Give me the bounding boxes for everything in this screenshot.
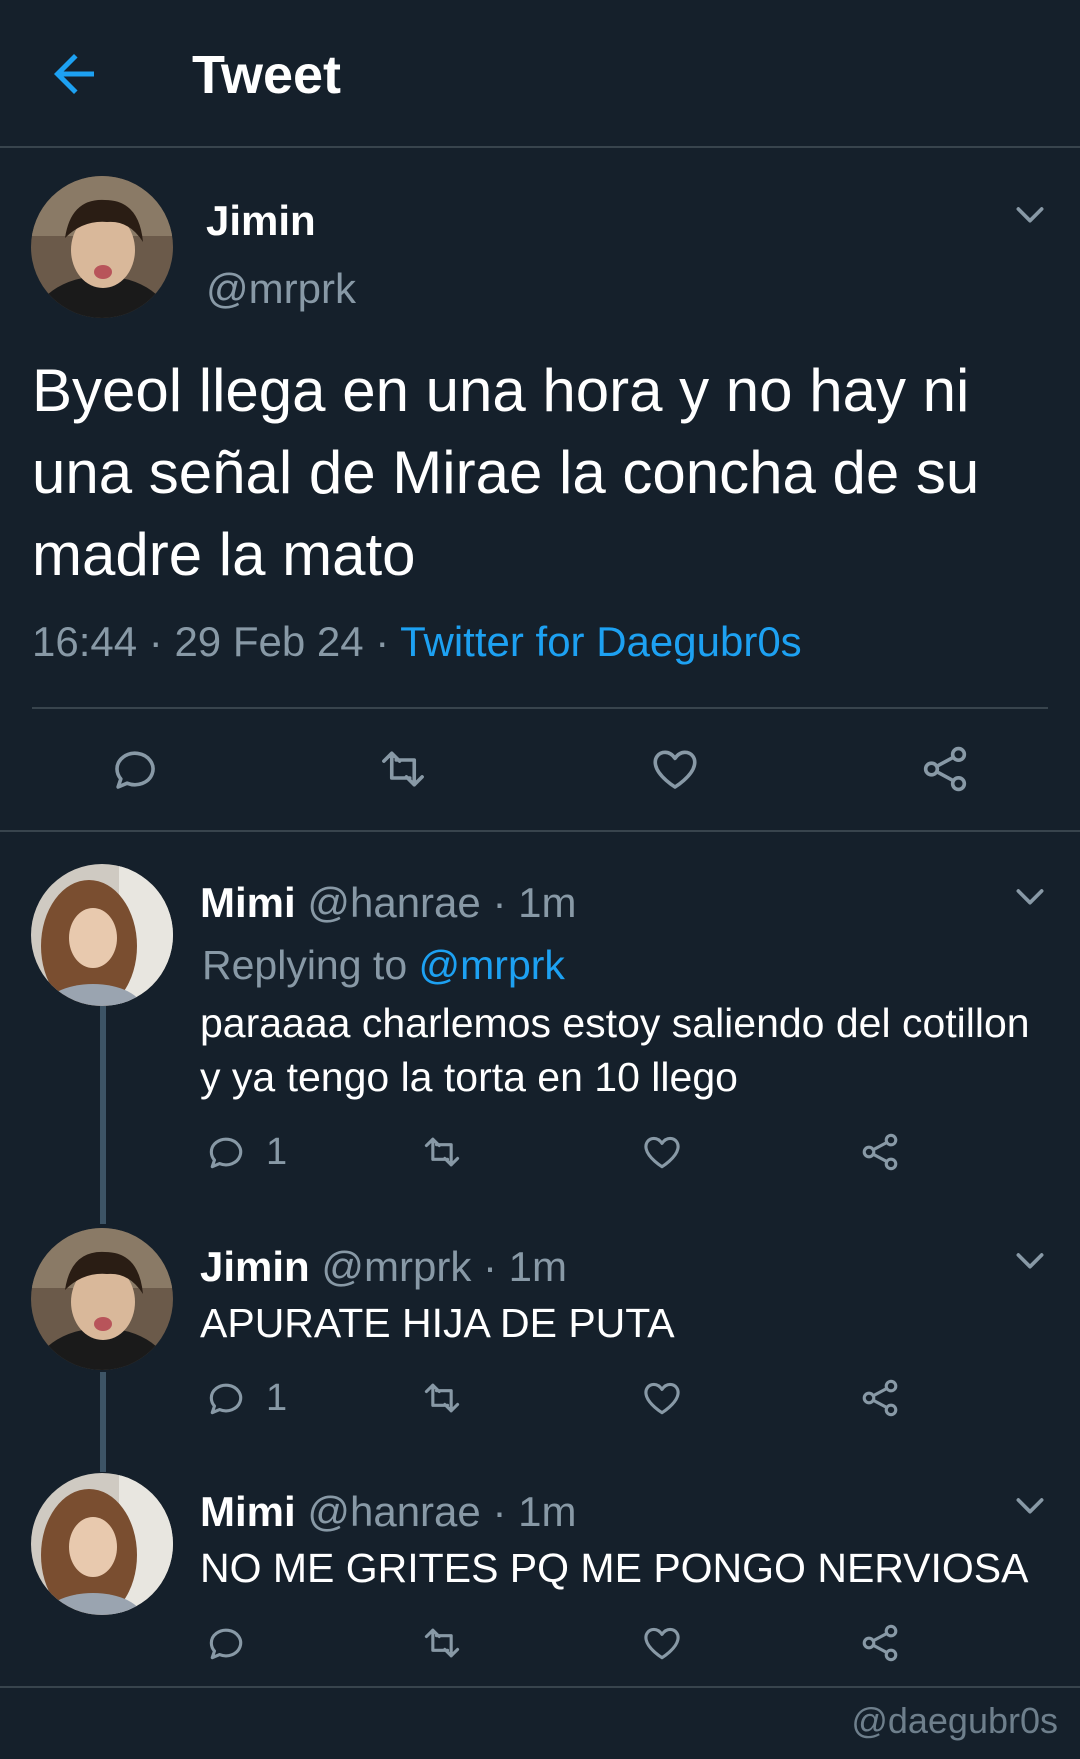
top-bar: Tweet — [0, 0, 1080, 148]
back-arrow-icon[interactable] — [44, 44, 104, 104]
like-button[interactable] — [648, 742, 702, 796]
share-icon — [862, 1624, 898, 1662]
reply-header: Mimi @hanrae · 1m — [200, 1487, 576, 1537]
tweet-detail-screen: Tweet Jimin @mrprk Byeol llega en una ho… — [0, 0, 1080, 1759]
share-button[interactable] — [858, 1130, 902, 1174]
avatar[interactable] — [31, 864, 173, 1006]
replying-to-handle[interactable]: @mrprk — [419, 942, 565, 988]
like-icon — [644, 1136, 680, 1169]
author-handle[interactable]: @hanrae — [307, 879, 480, 926]
main-tweet[interactable]: Jimin @mrprk Byeol llega en una hora y n… — [0, 150, 1080, 832]
reply-icon — [115, 751, 155, 789]
retweet-icon — [424, 1383, 460, 1413]
replying-to-label: Replying to — [202, 942, 408, 988]
tweet-text: Byeol llega en una hora y no hay ni una … — [32, 357, 980, 588]
reply-button[interactable]: 1 — [204, 1376, 287, 1420]
tweet-time: 16:44 — [32, 618, 138, 665]
author-name[interactable]: Jimin — [200, 1243, 310, 1290]
tweet-meta: 16:44 · 29 Feb 24 · Twitter for Daegubr0… — [32, 616, 802, 668]
divider — [0, 1686, 1080, 1688]
reply-header: Jimin @mrprk · 1m — [200, 1242, 567, 1292]
reply-header: Mimi @hanrae · 1m — [200, 878, 576, 928]
author-handle[interactable]: @hanrae — [307, 1488, 480, 1535]
retweet-button[interactable] — [420, 1621, 464, 1665]
tweet-source-link[interactable]: Twitter for Daegubr0s — [400, 618, 802, 665]
author-handle[interactable]: @mrprk — [321, 1243, 471, 1290]
reply-icon — [209, 1628, 243, 1660]
chevron-down-icon[interactable] — [1010, 1240, 1050, 1280]
reply-button[interactable] — [108, 742, 162, 796]
avatar[interactable] — [31, 1228, 173, 1370]
reply-icon — [209, 1383, 243, 1415]
meta-separator: · — [363, 618, 401, 665]
retweet-button[interactable] — [376, 742, 430, 796]
share-icon — [862, 1379, 898, 1417]
replying-to: Replying to @mrprk — [202, 940, 565, 990]
divider — [32, 707, 1048, 709]
author-handle[interactable]: @mrprk — [206, 264, 356, 314]
avatar[interactable] — [31, 176, 173, 318]
like-button[interactable] — [640, 1621, 684, 1665]
share-button[interactable] — [858, 1621, 902, 1665]
chevron-down-icon[interactable] — [1010, 876, 1050, 916]
reply-text: paraaaa charlemos estoy saliendo del cot… — [200, 1000, 1030, 1100]
retweet-icon — [424, 1137, 460, 1167]
share-button[interactable] — [858, 1376, 902, 1420]
like-icon — [644, 1382, 680, 1415]
chevron-down-icon[interactable] — [1010, 1485, 1050, 1525]
reply-tweet[interactable]: Mimi @hanrae · 1m Replying to @mrprk par… — [0, 864, 1080, 1190]
retweet-icon — [382, 751, 424, 787]
retweet-icon — [424, 1628, 460, 1658]
reply-actions — [0, 1613, 1080, 1673]
like-icon — [653, 750, 697, 789]
reply-actions: 1 — [0, 1368, 1080, 1428]
reply-time: · 1m — [492, 1488, 577, 1535]
like-button[interactable] — [640, 1130, 684, 1174]
reply-text: APURATE HIJA DE PUTA — [200, 1300, 675, 1346]
reply-count: 1 — [266, 1130, 288, 1173]
reply-time: · 1m — [483, 1243, 567, 1290]
reply-icon — [209, 1137, 243, 1169]
like-button[interactable] — [640, 1376, 684, 1420]
reply-button[interactable]: 1 — [204, 1130, 287, 1174]
reply-button[interactable] — [204, 1621, 266, 1665]
author-name[interactable]: Mimi — [200, 1488, 296, 1535]
tweet-date: 29 Feb 24 — [174, 618, 364, 665]
reply-tweet[interactable]: Jimin @mrprk · 1m APURATE HIJA DE PUTA 1 — [0, 1228, 1080, 1428]
tweet-actions — [0, 730, 1080, 810]
share-button[interactable] — [918, 742, 972, 796]
reply-count: 1 — [266, 1376, 288, 1419]
meta-separator: · — [137, 618, 175, 665]
retweet-button[interactable] — [420, 1130, 464, 1174]
avatar[interactable] — [31, 1473, 173, 1615]
page-title: Tweet — [192, 45, 342, 105]
like-icon — [644, 1627, 680, 1660]
chevron-down-icon[interactable] — [1010, 194, 1050, 234]
retweet-button[interactable] — [420, 1376, 464, 1420]
reply-actions: 1 — [0, 1122, 1080, 1182]
share-icon — [862, 1133, 898, 1171]
watermark: @daegubr0s — [851, 1700, 1058, 1741]
author-name[interactable]: Mimi — [200, 879, 296, 926]
reply-text: NO ME GRITES PQ ME PONGO NERVIOSA — [200, 1545, 1029, 1591]
share-icon — [923, 746, 967, 792]
author-name[interactable]: Jimin — [206, 196, 316, 246]
reply-tweet[interactable]: Mimi @hanrae · 1m NO ME GRITES PQ ME PON… — [0, 1473, 1080, 1673]
reply-time: · 1m — [492, 879, 577, 926]
